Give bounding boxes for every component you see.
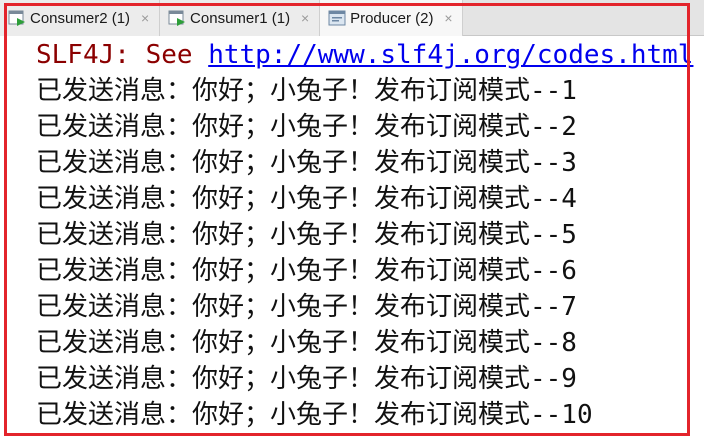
console-line: 已发送消息：你好；小兔子！发布订阅模式--2: [36, 112, 577, 142]
console-line: 已发送消息：你好；小兔子！发布订阅模式--10: [36, 400, 593, 430]
close-icon[interactable]: ×: [139, 10, 151, 26]
close-icon[interactable]: ×: [299, 10, 311, 26]
console-line: 已发送消息：你好；小兔子！发布订阅模式--4: [36, 184, 577, 214]
console-line: 已发送消息：你好；小兔子！发布订阅模式--7: [36, 292, 577, 322]
console-line: 已发送消息：你好；小兔子！发布订阅模式--8: [36, 328, 577, 358]
java-app-icon: [8, 10, 25, 26]
slf4j-warning-line: SLF4J: See http://www.slf4j.org/codes.ht…: [36, 37, 693, 73]
console-line: 已发送消息：你好；小兔子！发布订阅模式--1: [36, 76, 577, 106]
tab-producer-label: Producer (2): [350, 9, 434, 27]
close-icon[interactable]: ×: [442, 10, 454, 26]
tab-consumer2-label: Consumer2 (1): [30, 9, 131, 27]
console-icon: [328, 10, 346, 26]
console-lines: SLF4J: See http://www.slf4j.org/codes.ht…: [36, 37, 693, 433]
tab-consumer1[interactable]: Consumer1 (1) ×: [160, 0, 321, 36]
slf4j-codes-link[interactable]: http://www.slf4j.org/codes.html: [208, 40, 693, 70]
java-app-icon: [168, 10, 186, 26]
warning-prefix: SLF4J: See: [36, 40, 209, 70]
console-line: 已发送消息：你好；小兔子！发布订阅模式--5: [36, 220, 577, 250]
console-output[interactable]: SLF4J: See http://www.slf4j.org/codes.ht…: [0, 36, 704, 441]
console-line: 已发送消息：你好；小兔子！发布订阅模式--6: [36, 256, 577, 286]
tab-consumer2[interactable]: Consumer2 (1) ×: [0, 0, 161, 36]
console-line: 已发送消息：你好；小兔子！发布订阅模式--9: [36, 364, 577, 394]
console-tab-bar: Consumer2 (1) × Consumer1 (1) × Producer…: [0, 0, 704, 36]
console-line: 已发送消息：你好；小兔子！发布订阅模式--3: [36, 148, 577, 178]
tab-producer[interactable]: Producer (2) ×: [320, 0, 464, 36]
tab-consumer1-label: Consumer1 (1): [190, 9, 291, 27]
